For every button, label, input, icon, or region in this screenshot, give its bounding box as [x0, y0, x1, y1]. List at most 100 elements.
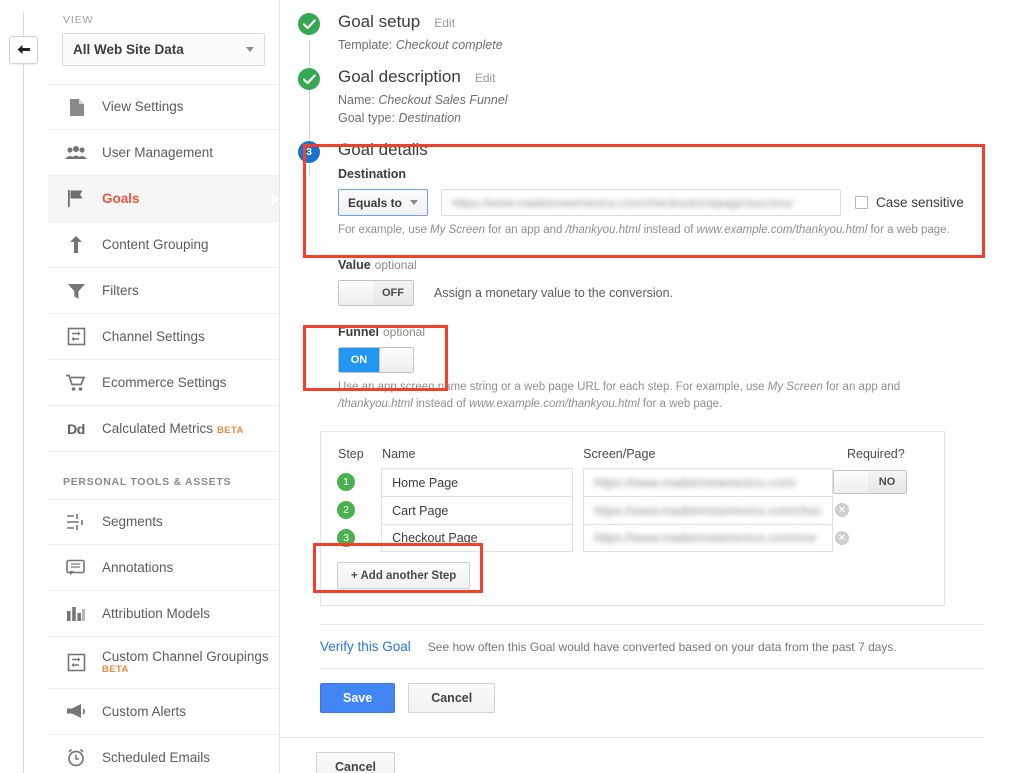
value-label-text: Value — [338, 258, 371, 272]
table-row: 3 Checkout Page https://www.madeinnewmex… — [337, 524, 928, 552]
step-url-value: https://www.madeinnewmexico.com/chec — [594, 504, 822, 518]
sidebar-item-view-settings[interactable]: View Settings — [48, 84, 279, 130]
step-badge-cell: 3 — [337, 524, 381, 552]
funnel-hint: Use an app screen name string or a web p… — [338, 379, 938, 414]
template-label: Template: — [338, 38, 392, 52]
sidebar-item-label: Scheduled Emails — [102, 750, 210, 766]
sidebar-item-goals[interactable]: Goals — [48, 176, 279, 222]
hint-em: www.example.com/thankyou.html — [697, 224, 868, 236]
goal-description-title: Goal description — [338, 67, 461, 87]
checkbox-box-icon — [855, 196, 868, 209]
step-name-input[interactable]: Home Page — [381, 468, 573, 496]
col-screen-page: Screen/Page — [573, 446, 833, 468]
goal-setup-meta: Template: Checkout complete — [338, 36, 1024, 54]
left-rail — [0, 0, 48, 773]
chevron-down-icon — [246, 47, 254, 52]
sidebar-item-label: View Settings — [102, 99, 184, 115]
add-another-step-button[interactable]: + Add another Step — [337, 562, 470, 589]
cancel-button[interactable]: Cancel — [408, 683, 495, 713]
sidebar-item-user-management[interactable]: User Management — [48, 130, 279, 176]
sidebar-item-segments[interactable]: Segments — [48, 499, 279, 545]
sidebar-item-label: Calculated Metrics — [102, 421, 213, 436]
step-url-value: https://www.madeinnewmexico.com/ — [594, 476, 795, 490]
name-label: Name: — [338, 93, 375, 107]
step-url-input[interactable]: https://www.madeinnewmexico.com/one — [583, 524, 833, 552]
step-number-badge: 2 — [337, 501, 355, 519]
view-selector-value: All Web Site Data — [73, 42, 184, 57]
funnel-label-text: Funnel — [338, 325, 379, 339]
hint-em: /thankyou.html — [566, 224, 641, 236]
sidebar-item-annotations[interactable]: Annotations — [48, 545, 279, 591]
goal-description-meta: Name: Checkout Sales Funnel Goal type: D… — [338, 91, 1024, 127]
case-sensitive-checkbox[interactable]: Case sensitive — [855, 195, 964, 210]
funnel-toggle[interactable]: ON — [338, 347, 414, 373]
rail-line — [23, 12, 24, 773]
sidebar-section-header: PERSONAL TOOLS & ASSETS — [48, 452, 279, 499]
sidebar-item-label: Ecommerce Settings — [102, 375, 227, 391]
goal-stepper: Goal setup Edit Template: Checkout compl… — [280, 12, 1024, 413]
destination-hint: For example, use My Screen for an app an… — [338, 222, 1024, 239]
match-type-dropdown[interactable]: Equals to — [338, 189, 428, 216]
sidebar-item-custom-channel-groupings[interactable]: Custom Channel Groupings BETA — [48, 637, 279, 689]
step-name-input[interactable]: Checkout Page — [381, 524, 573, 552]
step-name-input[interactable]: Cart Page — [381, 496, 573, 524]
sidebar-item-scheduled-emails[interactable]: Scheduled Emails — [48, 735, 279, 773]
sidebar-item-label: Channel Settings — [102, 329, 205, 345]
step-badge-cell: 2 — [337, 496, 381, 524]
selected-arrow — [272, 191, 280, 207]
table-row: 2 Cart Page https://www.madeinnewmexico.… — [337, 496, 928, 524]
view-label: VIEW — [48, 14, 279, 26]
remove-circle-icon[interactable]: ✕ — [835, 531, 849, 545]
sidebar-item-channel-settings[interactable]: Channel Settings — [48, 314, 279, 360]
step-url-value: https://www.madeinnewmexico.com/one — [594, 531, 816, 545]
annotation-bubble-icon — [63, 559, 89, 577]
sidebar-item-label: Goals — [102, 191, 140, 207]
verify-goal-row: Verify this Goal See how often this Goal… — [280, 625, 1024, 668]
step-url-input[interactable]: https://www.madeinnewmexico.com/chec — [583, 496, 833, 524]
sidebar-item-calculated-metrics[interactable]: Dd Calculated Metrics BETA — [48, 406, 279, 452]
funnel-toggle-state: ON — [339, 348, 379, 372]
step-remove-cell: ✕ — [833, 496, 928, 524]
required-toggle[interactable]: NO — [833, 470, 907, 494]
beta-badge: BETA — [217, 425, 244, 436]
channel-settings-icon — [63, 653, 89, 672]
sidebar-item-label: Segments — [102, 514, 163, 530]
step-name-cell: Cart Page — [381, 496, 573, 524]
back-button[interactable] — [9, 36, 38, 64]
goal-details-section: 3 Goal details Destination Equals to htt… — [298, 140, 1024, 413]
sidebar-item-custom-alerts[interactable]: Custom Alerts — [48, 689, 279, 735]
sidebar-item-attribution-models[interactable]: Attribution Models — [48, 591, 279, 637]
toggle-knob — [339, 281, 373, 305]
people-icon — [63, 146, 89, 160]
dd-text-icon: Dd — [63, 421, 89, 437]
template-value: Checkout complete — [396, 38, 503, 52]
step-url-input[interactable]: https://www.madeinnewmexico.com/ — [583, 468, 833, 496]
hint-part: instead of — [413, 398, 469, 410]
channel-settings-icon — [63, 327, 89, 346]
value-toggle[interactable]: OFF — [338, 280, 414, 306]
value-description: Assign a monetary value to the conversio… — [434, 286, 673, 300]
step-number-badge: 3 — [337, 529, 355, 547]
remove-circle-icon[interactable]: ✕ — [835, 503, 849, 517]
save-button[interactable]: Save — [320, 683, 395, 713]
sidebar-item-label: Custom Alerts — [102, 704, 186, 720]
view-selector[interactable]: All Web Site Data — [62, 33, 265, 66]
sidebar-item-label: Content Grouping — [102, 237, 209, 253]
sidebar-item-filters[interactable]: Filters — [48, 268, 279, 314]
match-type-value: Equals to — [348, 196, 402, 210]
footer-cancel-row: Cancel — [280, 738, 1024, 773]
goal-description-edit-link[interactable]: Edit — [475, 71, 496, 85]
goal-setup-edit-link[interactable]: Edit — [434, 16, 455, 30]
destination-url-input[interactable]: https://www.madeinnewmexico.com/checkout… — [441, 189, 841, 216]
toggle-knob — [379, 348, 413, 372]
shopping-cart-icon — [63, 374, 89, 392]
hint-part: for a web page. — [640, 398, 722, 410]
flag-icon — [63, 189, 89, 208]
footer-cancel-button[interactable]: Cancel — [316, 752, 395, 773]
sidebar-item-ecommerce-settings[interactable]: Ecommerce Settings — [48, 360, 279, 406]
admin-sidebar: VIEW All Web Site Data View Settings Use… — [48, 0, 280, 773]
sidebar-item-content-grouping[interactable]: Content Grouping — [48, 222, 279, 268]
sidebar-item-label: Attribution Models — [102, 606, 210, 622]
sidebar-nav: View Settings User Management Goals — [48, 84, 279, 773]
verify-goal-link[interactable]: Verify this Goal — [320, 639, 411, 654]
